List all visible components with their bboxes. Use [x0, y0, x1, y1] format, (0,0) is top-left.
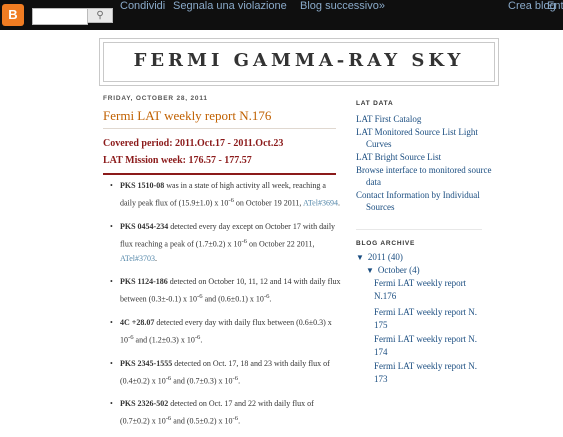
triangle-down-icon[interactable]: ▼	[366, 266, 374, 275]
source-list: PKS 1510-08 was in a state of high activ…	[110, 178, 342, 437]
post-date: FRIDAY, OCTOBER 28, 2011	[103, 95, 208, 102]
blog-archive-heading: BLOG ARCHIVE	[356, 240, 416, 247]
report-abuse-link[interactable]: Segnala una violazione	[173, 0, 287, 12]
divider	[103, 128, 336, 129]
share-link[interactable]: Condividi	[120, 0, 165, 12]
archive-post-link[interactable]: Fermi LAT weekly report N. 175	[374, 306, 482, 332]
list-item: PKS 0454-234 detected every day except o…	[110, 219, 342, 267]
covered-period: Covered period: 2011.Oct.17 - 2011.Oct.2…	[103, 138, 284, 149]
sign-in-link[interactable]: Entra	[547, 0, 563, 12]
mission-week: LAT Mission week: 176.57 - 177.57	[103, 155, 252, 166]
lat-data-heading: LAT DATA	[356, 100, 394, 107]
atel-link[interactable]: ATel#3694	[303, 199, 338, 208]
list-item: 4C +28.07 detected every day with daily …	[110, 315, 342, 348]
source-name: PKS 1124-186	[120, 277, 168, 287]
search-input[interactable]	[32, 8, 88, 25]
divider	[356, 229, 482, 230]
next-blog-link[interactable]: Blog successivo»	[300, 0, 385, 12]
source-name: PKS 0454-234	[120, 221, 169, 231]
archive-year[interactable]: ▼ 2011 (40)	[356, 251, 403, 264]
divider	[103, 173, 336, 175]
atel-link[interactable]: ATel#3703	[120, 254, 155, 263]
source-name: PKS 2345-1555	[120, 358, 173, 368]
magnifier-icon: ⚲	[96, 10, 104, 21]
blogger-navbar: B ⚲ Condividi Segnala una violazione Blo…	[0, 0, 563, 30]
triangle-down-icon[interactable]: ▼	[356, 253, 364, 262]
list-item: PKS 2345-1555 detected on Oct. 17, 18 an…	[110, 356, 342, 389]
source-name: PKS 1510-08	[120, 181, 165, 190]
blogger-logo-icon[interactable]: B	[2, 4, 24, 26]
sidebar-link-first-catalog[interactable]: LAT First Catalog	[356, 113, 491, 125]
sidebar-link-light-curves[interactable]: LAT Monitored Source List Light Curves	[356, 126, 501, 150]
sidebar-link-contact-info[interactable]: Contact Information by Individual Source…	[356, 189, 501, 213]
header-inner-border: FERMI GAMMA-RAY SKY	[103, 42, 495, 82]
source-name: 4C +28.07	[120, 317, 155, 327]
source-name: PKS 2326-502	[120, 399, 169, 409]
blog-header: FERMI GAMMA-RAY SKY	[99, 38, 499, 86]
blog-title[interactable]: FERMI GAMMA-RAY SKY	[104, 50, 494, 71]
archive-post-link[interactable]: Fermi LAT weekly report N. 173	[374, 360, 482, 386]
archive-month[interactable]: ▼ October (4)	[366, 264, 420, 277]
list-item: PKS 2326-502 detected on Oct. 17 and 22 …	[110, 396, 342, 429]
post-title[interactable]: Fermi LAT weekly report N.176	[103, 108, 271, 124]
archive-post-link[interactable]: Fermi LAT weekly report N.176	[374, 277, 482, 303]
sidebar-link-bright-sources[interactable]: LAT Bright Source List	[356, 151, 491, 163]
list-item: PKS 1510-08 was in a state of high activ…	[110, 178, 342, 211]
sidebar-link-browse-interface[interactable]: Browse interface to monitored source dat…	[356, 164, 501, 188]
list-item: PKS 1124-186 detected on October 10, 11,…	[110, 274, 342, 307]
archive-post-link[interactable]: Fermi LAT weekly report N. 174	[374, 333, 482, 359]
search-button[interactable]: ⚲	[87, 8, 113, 23]
